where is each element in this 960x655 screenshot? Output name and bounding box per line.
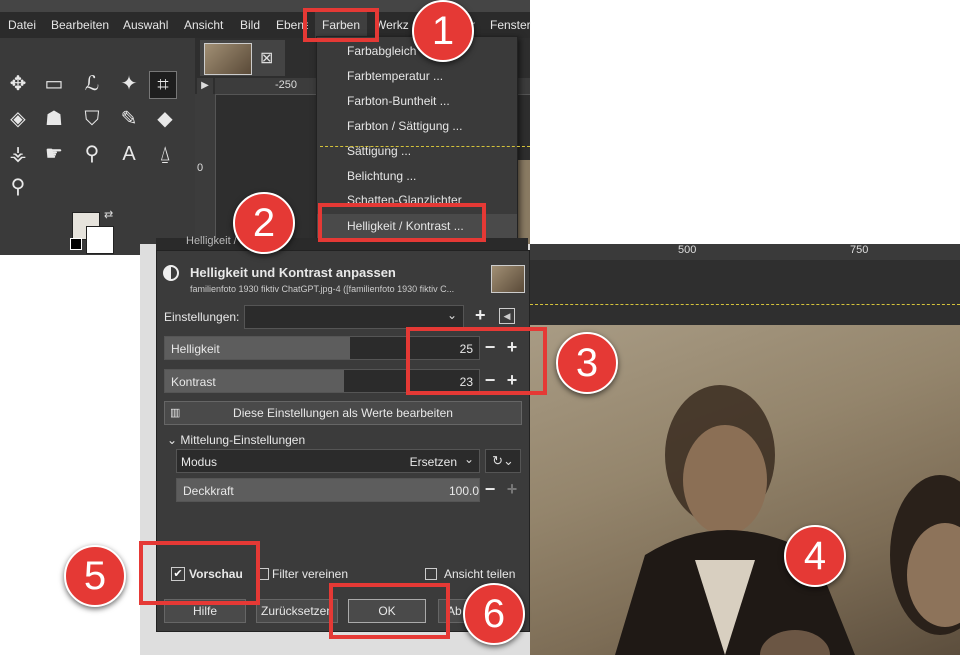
composite-mode-icon: ↻⌄ <box>492 453 514 468</box>
close-tab-icon[interactable]: ⊠ <box>260 48 273 68</box>
split-view-checkbox[interactable] <box>425 568 437 580</box>
highlight-brightness-contrast-item <box>318 203 486 242</box>
menu-werkzeuge[interactable]: Werkz <box>375 12 413 38</box>
eraser-icon[interactable]: ◆ <box>152 106 178 132</box>
settings-label: Einstellungen: <box>164 310 240 324</box>
brightness-label: Helligkeit <box>171 342 220 356</box>
image-tab[interactable]: ⊠ <box>200 40 285 76</box>
move-tool-icon[interactable]: ✥ <box>5 71 31 97</box>
swap-colors-icon[interactable]: ⇄ <box>104 208 113 221</box>
bucket-fill-icon[interactable]: ⛉ <box>79 106 105 132</box>
opacity-slider[interactable]: Deckkraft 100.0 <box>176 478 480 502</box>
highlight-farben-menu <box>303 8 379 42</box>
highlight-ok-button <box>329 583 450 639</box>
opacity-label: Deckkraft <box>183 484 234 498</box>
edit-as-values-button[interactable]: ▥ Diese Einstellungen als Werte bearbeit… <box>164 401 522 425</box>
ruler-label: 0 <box>197 162 204 174</box>
composite-mode-button[interactable]: ↻⌄ <box>485 449 521 473</box>
chevron-down-icon: ⌄ <box>446 308 457 322</box>
menu-item-exposure[interactable]: Belichtung ... <box>317 164 517 189</box>
text-tool-icon[interactable]: A <box>116 141 142 167</box>
menu-datei[interactable]: Datei <box>8 12 36 38</box>
blending-options-toggle[interactable]: ⌄ Mittelung-Einstellungen <box>167 433 305 447</box>
mode-value: Ersetzen <box>409 455 457 469</box>
highlight-preview-checkbox <box>139 541 260 605</box>
step-badge-2: 2 <box>233 192 295 254</box>
dialog-heading: Helligkeit und Kontrast anpassen <box>190 265 396 280</box>
canvas-boundary-line <box>320 146 530 147</box>
toolbox: ✥ ▭ ℒ ✦ ⌗ ◈ ☗ ⛉ ✎ ◆ ⚶ ☛ ⚲ A ⍙ ⚲ ⇄ <box>0 38 195 255</box>
warp-tool-icon[interactable]: ☗ <box>41 106 67 132</box>
merge-filter-label: Filter vereinen <box>272 567 349 581</box>
reset-button[interactable]: Zurücksetzen <box>256 599 338 623</box>
dialog-subtitle: familienfoto 1930 fiktiv ChatGPT.jpg-4 (… <box>190 284 455 294</box>
menu-fenster[interactable]: Fenster <box>490 12 531 38</box>
split-view-label: Ansicht teilen <box>444 567 516 581</box>
menu-item-hue-saturation[interactable]: Farbton / Sättigung ... <box>317 114 517 139</box>
ruler-corner-icon[interactable]: ▶ <box>197 78 213 94</box>
preset-menu-icon[interactable]: ◀ <box>499 308 515 324</box>
highlight-slider-values <box>406 327 547 395</box>
menu-item-color-temperature[interactable]: Farbtemperatur ... <box>317 64 517 89</box>
menu-item-hue-chroma[interactable]: Farbton-Buntheit ... <box>317 89 517 114</box>
chevron-down-icon: ⌄ <box>167 433 178 447</box>
canvas-boundary-line <box>530 304 960 305</box>
step-badge-1: 1 <box>412 0 474 62</box>
edit-as-values-label: Diese Einstellungen als Werte bearbeiten <box>233 406 453 420</box>
menu-ansicht[interactable]: Ansicht <box>184 12 223 38</box>
paintbrush-icon[interactable]: ✎ <box>116 106 142 132</box>
step-badge-3: 3 <box>556 332 618 394</box>
paths-tool-icon[interactable]: ⚲ <box>79 141 105 167</box>
graph-icon: ▥ <box>170 407 181 419</box>
opacity-minus-icon[interactable]: − <box>481 479 499 501</box>
chevron-down-icon: ⌄ <box>463 452 474 466</box>
brightness-contrast-icon <box>163 265 179 281</box>
rect-select-tool-icon[interactable]: ▭ <box>41 71 67 97</box>
opacity-value[interactable]: 100.0 <box>449 484 479 498</box>
background-color-swatch[interactable] <box>86 226 114 254</box>
settings-dropdown[interactable]: ⌄ <box>244 305 464 329</box>
menu-bearbeiten[interactable]: Bearbeiten <box>51 12 109 38</box>
ruler-label: 500 <box>678 244 697 256</box>
ruler-label: -250 <box>275 79 298 91</box>
step-badge-5: 5 <box>64 545 126 607</box>
add-preset-icon[interactable]: + <box>475 305 486 326</box>
clone-tool-icon[interactable]: ⚶ <box>5 141 31 167</box>
menu-bild[interactable]: Bild <box>240 12 260 38</box>
lasso-tool-icon[interactable]: ℒ <box>79 71 105 97</box>
image-ruler: 500 750 <box>530 244 960 260</box>
mode-dropdown[interactable]: Modus Ersetzen ⌄ <box>176 449 480 473</box>
transform-tool-icon[interactable]: ◈ <box>5 106 31 132</box>
zoom-tool-icon[interactable]: ⚲ <box>5 174 31 200</box>
mode-label: Modus <box>181 455 218 469</box>
ruler-label: 750 <box>850 244 869 256</box>
step-badge-4: 4 <box>784 525 846 587</box>
menu-item-saturation[interactable]: Sättigung ... <box>317 139 517 164</box>
image-preview-thumbnail <box>491 265 525 293</box>
image-tab-thumbnail <box>204 43 252 75</box>
smudge-tool-icon[interactable]: ☛ <box>41 141 67 167</box>
opacity-plus-icon[interactable]: + <box>503 479 521 501</box>
default-colors-icon[interactable] <box>70 238 82 250</box>
vertical-ruler: 0 <box>195 94 216 255</box>
crop-tool-icon[interactable]: ⌗ <box>149 71 177 99</box>
blending-options-label: Mittelung-Einstellungen <box>180 433 306 447</box>
color-picker-icon[interactable]: ⍙ <box>152 141 178 167</box>
contrast-label: Kontrast <box>171 375 216 389</box>
step-badge-6: 6 <box>463 583 525 645</box>
menu-auswahl[interactable]: Auswahl <box>123 12 168 38</box>
fuzzy-select-tool-icon[interactable]: ✦ <box>116 71 142 97</box>
